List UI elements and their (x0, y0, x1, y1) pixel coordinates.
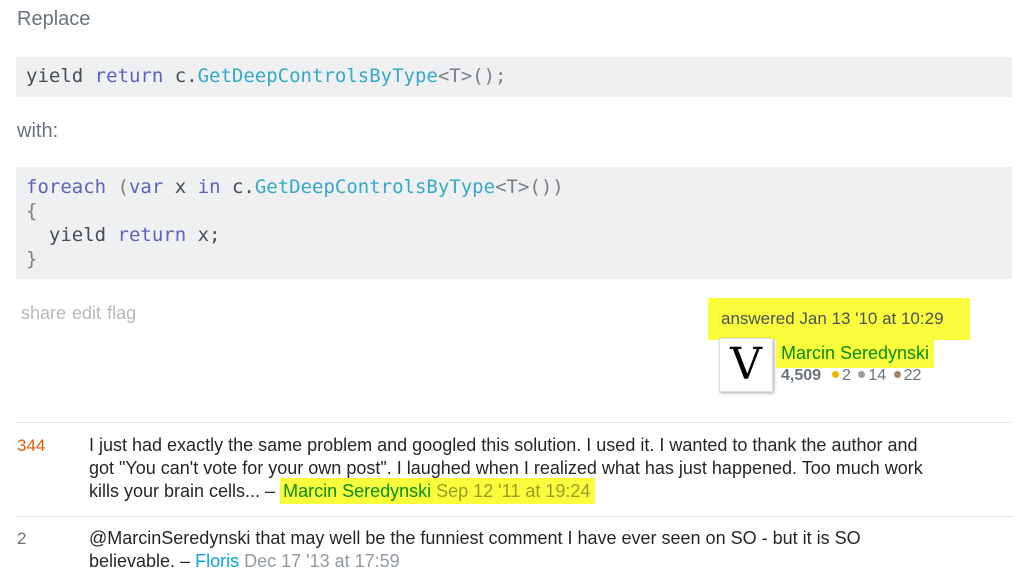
replace-label: Replace (17, 8, 91, 30)
code-line: } (26, 247, 1002, 271)
gold-badge-count: 2 (842, 367, 851, 384)
code-token: x (163, 176, 198, 198)
comment-date[interactable]: Dec 17 '13 at 17:59 (244, 551, 400, 571)
comment-score: 344 (17, 436, 46, 455)
gold-badge-icon (832, 371, 840, 378)
code-method: GetDeepControlsByType (197, 65, 438, 87)
comment-date[interactable]: Sep 12 '11 at 19:24 (436, 481, 590, 501)
code-token: ( (106, 176, 129, 198)
code-token: c. (220, 176, 255, 198)
comment-text: kills your brain cells... – (89, 481, 281, 501)
comment-highlight: Marcin Seredynski Sep 12 '11 at 19:24 (280, 478, 596, 504)
silver-badge-icon (858, 371, 866, 378)
code-token: <T>(); (437, 65, 507, 87)
comment-user-link[interactable]: Marcin Seredynski (283, 481, 431, 501)
code-line: foreach (var x in c.GetDeepControlsByTyp… (26, 175, 1002, 199)
reputation-score: 4,509 (781, 367, 822, 384)
avatar-letter: V (730, 339, 762, 390)
code-token: <T>()) (495, 176, 564, 198)
code-token: yield (26, 224, 118, 246)
comment-body: @MarcinSeredynski that may well be the f… (89, 527, 1009, 573)
code-token: } (26, 248, 38, 270)
code-keyword: foreach (26, 176, 107, 198)
code-token: x; (186, 224, 221, 246)
code-block-replacement: foreach (var x in c.GetDeepControlsByTyp… (16, 167, 1012, 279)
code-method: GetDeepControlsByType (254, 176, 496, 198)
silver-badge-count: 14 (868, 367, 887, 384)
with-label: with: (17, 120, 59, 142)
answered-timestamp: answered Jan 13 '10 at 10:29 (708, 298, 970, 340)
comment-user-link[interactable]: Floris (195, 551, 239, 571)
comment-divider (16, 516, 1012, 517)
reputation-line: 4,509 2 14 22 (781, 367, 921, 385)
comment-text: believable. – (89, 551, 196, 571)
comment-text-line: kills your brain cells... – Marcin Sered… (89, 478, 1009, 504)
comment-text-line: @MarcinSeredynski that may well be the f… (89, 528, 861, 548)
code-token: { (26, 200, 38, 222)
edit-link[interactable]: edit (72, 303, 101, 323)
code-line: yield return x; (26, 223, 1002, 247)
code-keyword: in (197, 176, 221, 198)
code-token: c. (163, 65, 198, 87)
comments-divider (16, 422, 1012, 423)
share-link[interactable]: share (21, 303, 66, 323)
comment-score: 2 (17, 529, 27, 548)
avatar[interactable]: V (719, 338, 773, 392)
comment-body: I just had exactly the same problem and … (89, 434, 1009, 504)
user-name-link[interactable]: Marcin Seredynski (776, 338, 935, 368)
code-block-original: yield return c.GetDeepControlsByType<T>(… (16, 57, 1012, 97)
flag-link[interactable]: flag (107, 303, 136, 323)
comment-text-line: believable. – Floris Dec 17 '13 at 17:59 (89, 550, 1009, 573)
comment-text-line: got "You can't vote for your own post". … (89, 458, 923, 478)
code-keyword: var (128, 176, 164, 198)
code-keyword: return (117, 224, 187, 246)
code-keyword: return (94, 65, 164, 87)
comment-text-line: I just had exactly the same problem and … (89, 435, 918, 455)
bronze-badge-icon (893, 371, 901, 378)
bronze-badge-count: 22 (903, 367, 922, 384)
code-token: yield (26, 65, 95, 87)
code-line: { (26, 199, 1002, 223)
post-menu: share edit flag (21, 303, 142, 324)
